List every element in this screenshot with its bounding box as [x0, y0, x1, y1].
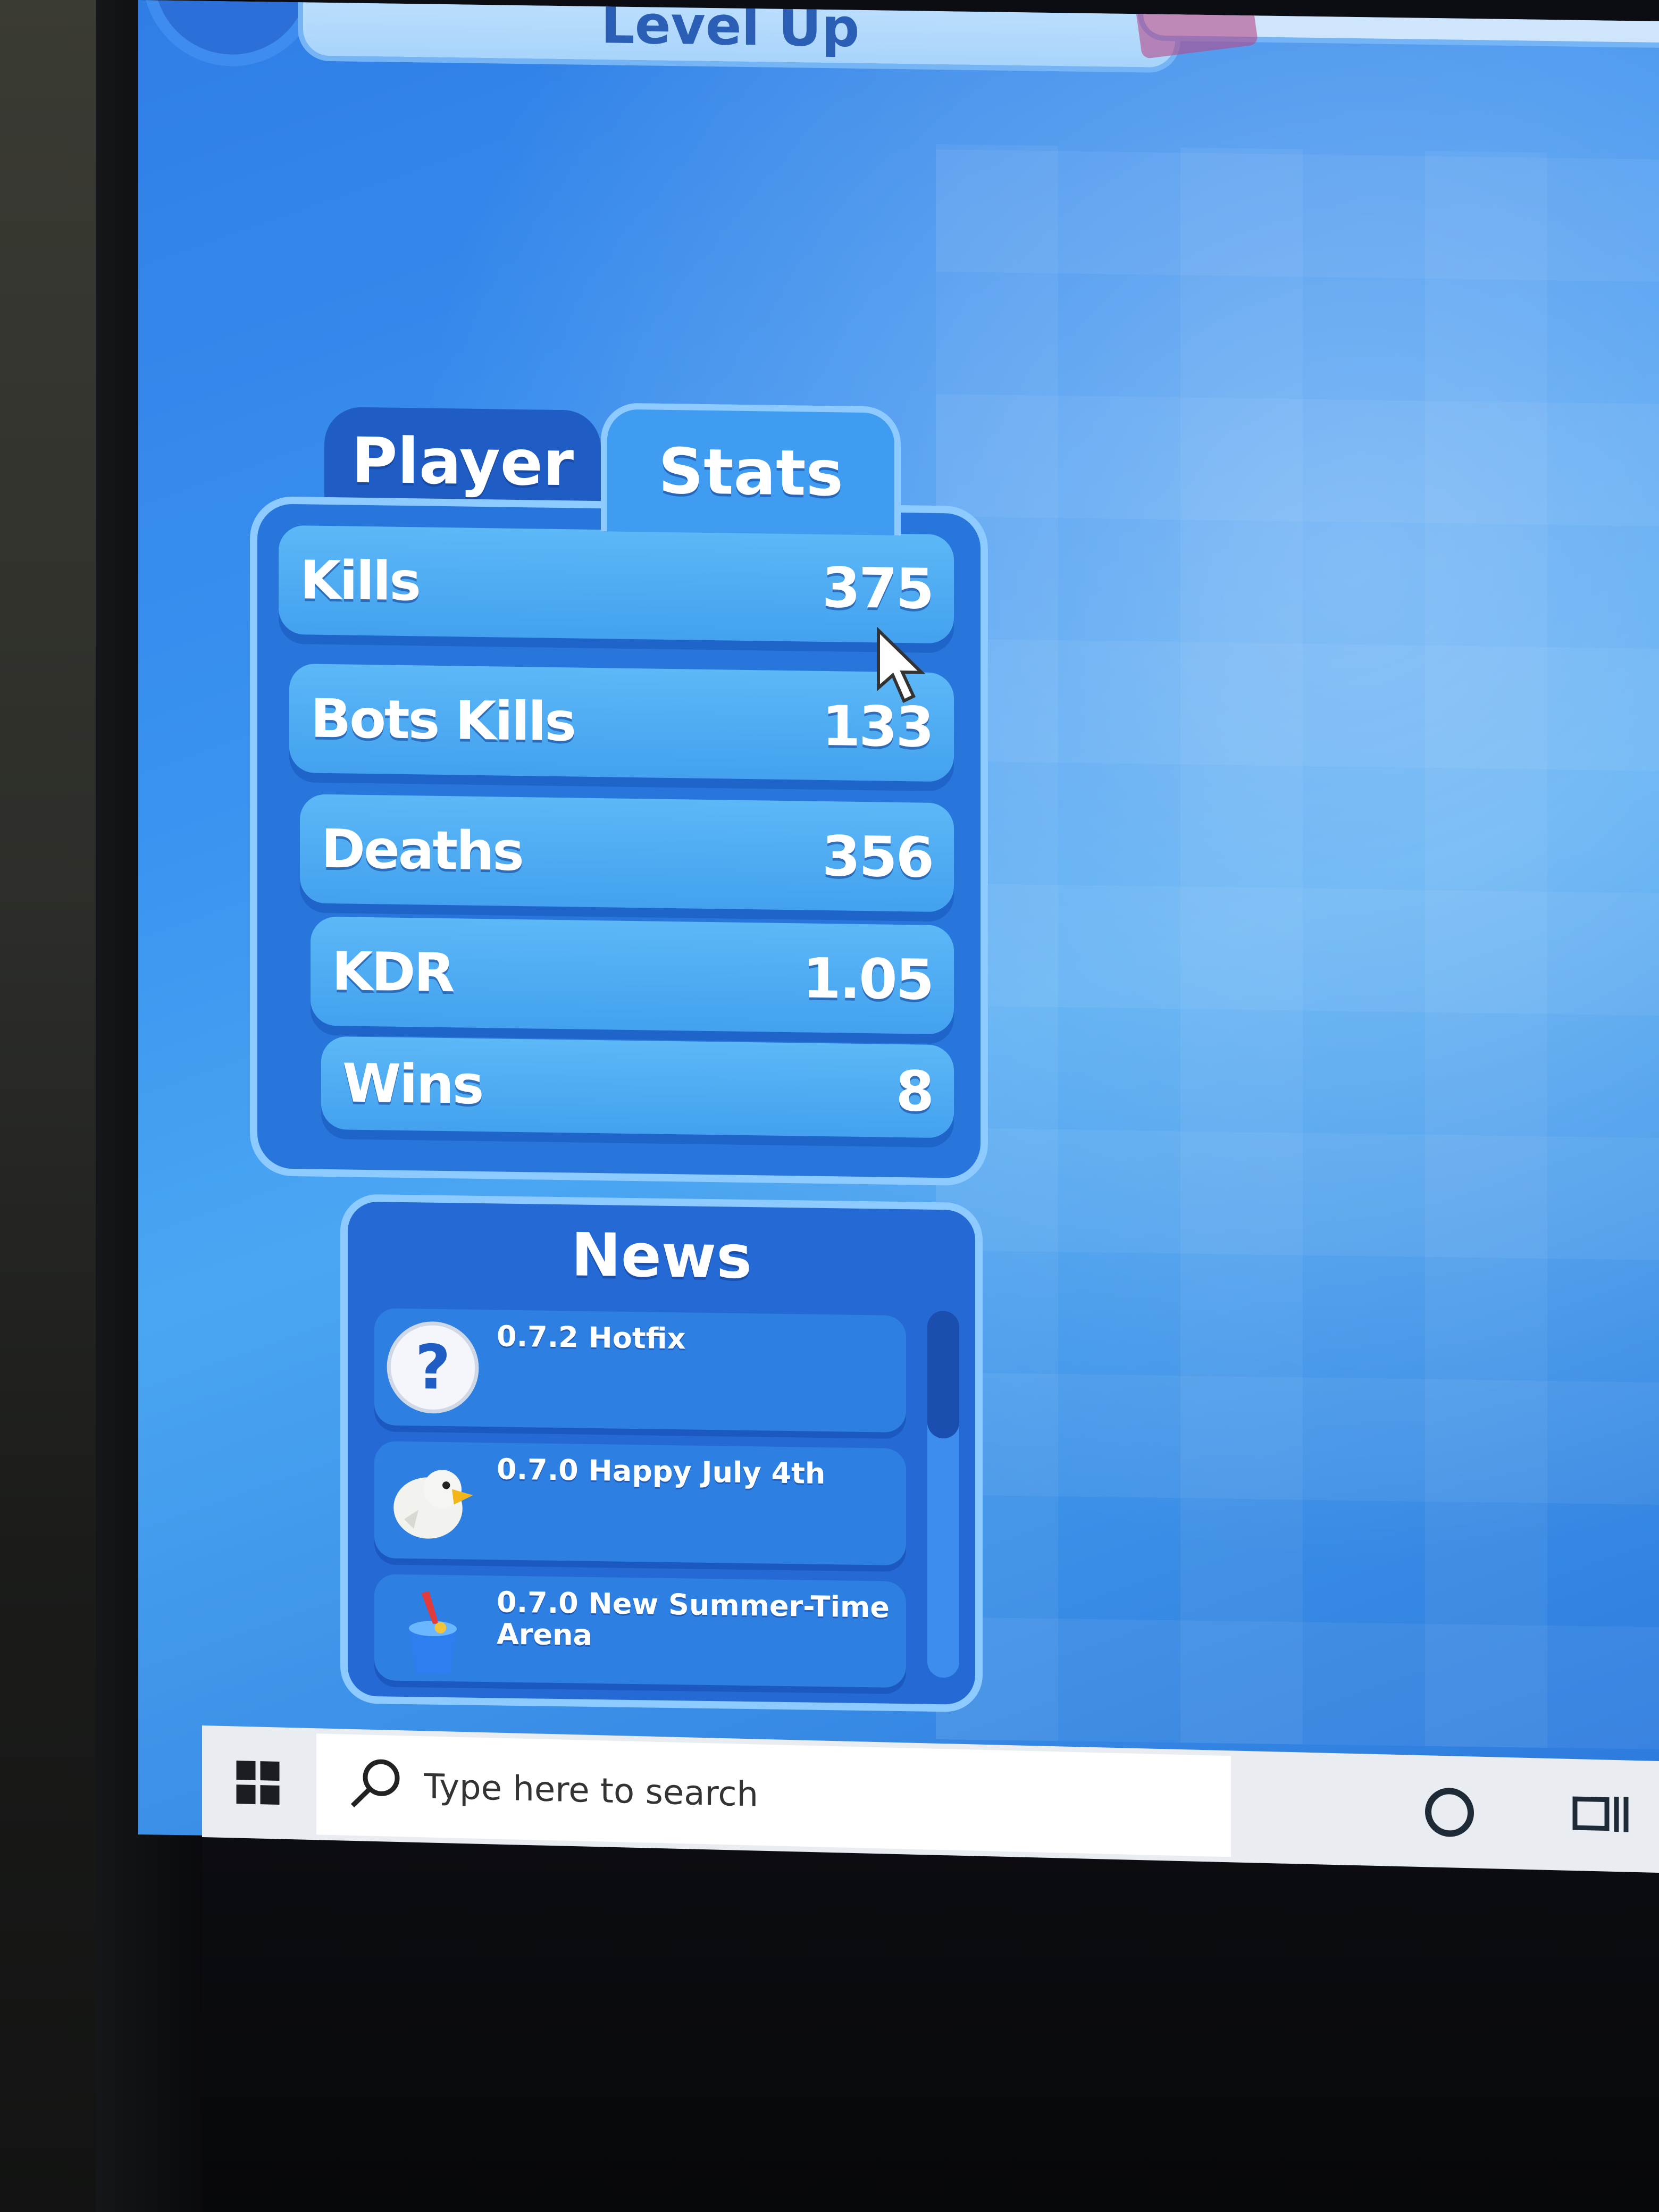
news-item-label: 0.7.2 Hotfix: [497, 1319, 686, 1356]
news-item[interactable]: 0.7.0 New Summer-Time Arena: [374, 1574, 906, 1688]
level-bar: Level Up: [298, 0, 1180, 73]
search-icon: [350, 1759, 400, 1808]
news-item[interactable]: ? 0.7.2 Hotfix: [374, 1308, 906, 1433]
stat-row-wins: Wins 8: [321, 1036, 954, 1138]
stat-value: 8: [895, 1058, 933, 1124]
start-button[interactable]: [202, 1725, 314, 1840]
stat-row-kdr: KDR 1.05: [311, 916, 954, 1035]
tab-player-label: Player: [351, 423, 574, 500]
stat-label: Bots Kills: [311, 687, 575, 753]
stat-row-kills: Kills 375: [279, 525, 954, 644]
stat-value: 375: [822, 555, 933, 622]
news-item-label: 0.7.0 Happy July 4th: [497, 1452, 826, 1491]
eagle-icon: [393, 1470, 473, 1539]
stats-panel: Kills 375 Bots Kills 133 Deaths 356 KDR …: [250, 496, 988, 1186]
stat-label: Deaths: [321, 817, 523, 883]
taskbar-search-box[interactable]: [316, 1733, 1231, 1857]
task-view-icon[interactable]: [1569, 1786, 1632, 1846]
monitor-bezel-bottom: [202, 1824, 1659, 2212]
stat-value: 356: [822, 823, 933, 890]
news-title: News: [571, 1220, 752, 1293]
news-panel: News ? 0.7.2 Hotfix 0.7.0 Happy July 4th: [340, 1194, 983, 1713]
game-screen: 6 Level Up Player Kills 375 Bots Kills 1…: [138, 0, 1659, 1856]
mouse-cursor-icon: [877, 627, 926, 703]
tab-stats[interactable]: Stats: [601, 403, 901, 536]
level-badge: 6: [154, 0, 308, 56]
sand-bucket-icon: [409, 1591, 457, 1674]
stat-row-deaths: Deaths 356: [300, 794, 954, 912]
news-scrollbar-thumb[interactable]: [927, 1310, 959, 1439]
news-item-label: 0.7.0 New Summer-Time Arena: [497, 1585, 890, 1652]
stat-label: Wins: [342, 1052, 483, 1117]
search-input[interactable]: [423, 1766, 1169, 1825]
news-item[interactable]: 0.7.0 Happy July 4th: [374, 1441, 906, 1566]
level-text: Level Up: [601, 0, 860, 59]
svg-text:?: ?: [415, 1332, 451, 1404]
card-thumbnail: [1134, 0, 1259, 60]
question-icon: ?: [387, 1321, 479, 1414]
background-tiles: [936, 144, 1659, 1749]
level-number: 6: [209, 0, 254, 12]
stat-label: KDR: [332, 940, 454, 1004]
stat-row-bots-kills: Bots Kills 133: [289, 663, 954, 782]
cortana-icon[interactable]: [1425, 1787, 1474, 1838]
stat-value: 1.05: [802, 945, 933, 1012]
windows-start-icon: [236, 1761, 280, 1805]
stat-label: Kills: [300, 549, 420, 613]
tab-stats-label: Stats: [658, 434, 843, 510]
